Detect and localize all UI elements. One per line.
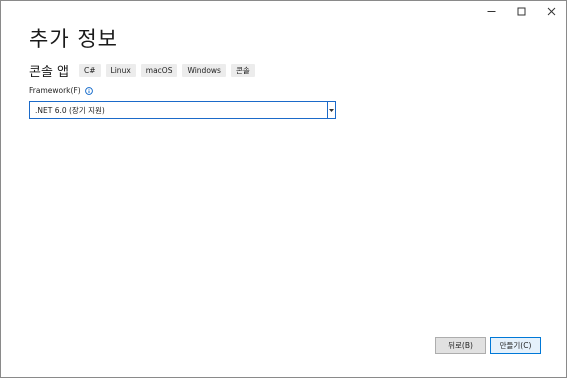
tag-linux: Linux [105, 64, 136, 77]
framework-label-row: Framework(F) [29, 86, 93, 95]
back-button[interactable]: 뒤로(B) [435, 337, 486, 354]
create-button[interactable]: 만들기(C) [490, 337, 541, 354]
chevron-down-icon[interactable] [327, 102, 335, 118]
maximize-button[interactable] [506, 1, 536, 21]
framework-select-value: .NET 6.0 (장기 지원) [35, 105, 105, 115]
framework-label: Framework(F) [29, 86, 81, 95]
page-title: 추가 정보 [29, 27, 118, 51]
template-name: 콘솔 앱 [29, 65, 70, 80]
close-button[interactable] [536, 1, 566, 21]
framework-select[interactable]: .NET 6.0 (장기 지원) [29, 101, 336, 119]
window-controls [476, 1, 566, 21]
close-icon [547, 7, 555, 15]
template-info-row: 콘솔 앱 C# Linux macOS Windows 콘솔 [29, 61, 260, 80]
tag-console: 콘솔 [230, 64, 255, 77]
tag-macos: macOS [140, 64, 178, 77]
maximize-icon [517, 7, 525, 15]
minimize-icon [487, 10, 495, 12]
info-icon[interactable] [84, 86, 93, 95]
dialog-window: 추가 정보 콘솔 앱 C# Linux macOS Windows 콘솔 Fra… [0, 0, 567, 378]
minimize-button[interactable] [476, 1, 506, 21]
tag-language: C# [79, 64, 101, 77]
tag-windows: Windows [182, 64, 226, 77]
